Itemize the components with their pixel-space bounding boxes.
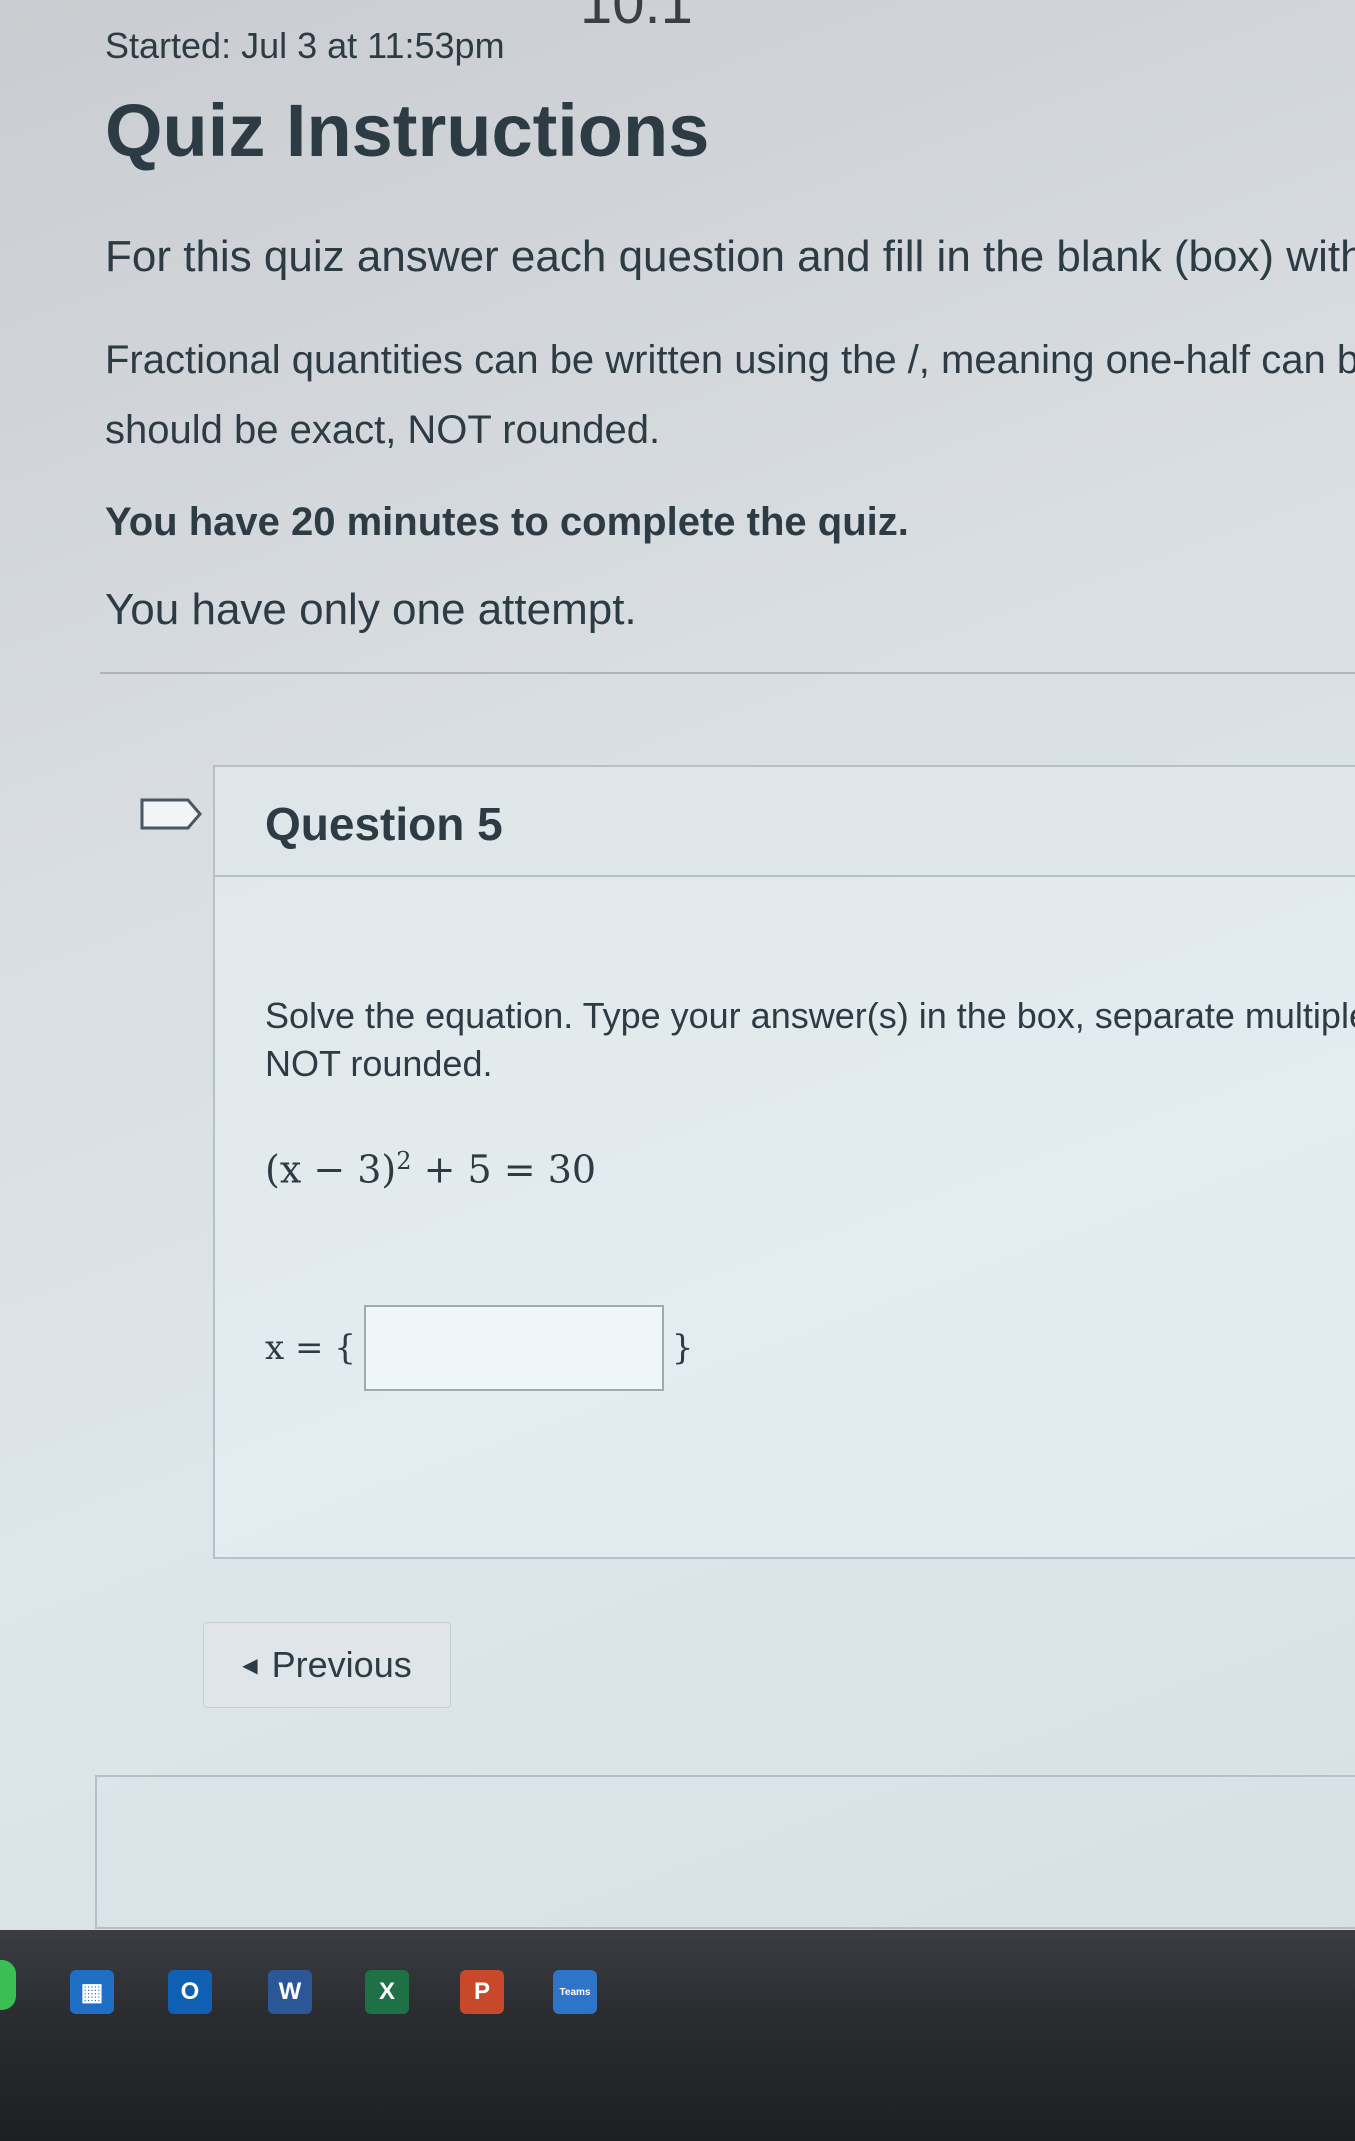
- started-timestamp: Started: Jul 3 at 11:53pm: [105, 25, 505, 66]
- question-text: Solve the equation. Type your answer(s) …: [265, 992, 1355, 1088]
- teams-icon[interactable]: Teams: [553, 1970, 597, 2014]
- quiz-page: 10.1 Started: Jul 3 at 11:53pm Quiz Inst…: [0, 0, 1355, 1930]
- equation-base: (x − 3): [265, 1147, 397, 1192]
- answer-suffix: }: [671, 1328, 694, 1368]
- previous-button[interactable]: ◀ Previous: [203, 1622, 451, 1708]
- word-icon[interactable]: W: [268, 1970, 312, 2014]
- answer-input[interactable]: [363, 1305, 664, 1391]
- taskbar: ▦ O W X P Teams: [0, 1930, 1355, 2141]
- top-fragment: 10.1: [580, 0, 693, 36]
- flag-question-icon[interactable]: [140, 798, 202, 830]
- answer-prefix: x = {: [265, 1328, 356, 1368]
- question-text-line: NOT rounded.: [265, 1043, 493, 1084]
- footer-panel: [95, 1775, 1355, 1929]
- page-title: Quiz Instructions: [105, 89, 710, 172]
- instruction-line: should be exact, NOT rounded.: [105, 408, 661, 452]
- instruction-line: For this quiz answer each question and f…: [105, 232, 1355, 281]
- question-title: Question 5: [265, 798, 503, 850]
- question-header: Question 5: [215, 767, 1355, 877]
- instruction-line: You have only one attempt.: [105, 585, 637, 634]
- instruction-line: Fractional quantities can be written usi…: [105, 338, 1355, 382]
- excel-icon[interactable]: X: [365, 1970, 409, 2014]
- app-icon-partial[interactable]: [0, 1960, 16, 2010]
- powerpoint-icon[interactable]: P: [460, 1970, 504, 2014]
- question-card: Question 5 Solve the equation. Type your…: [213, 765, 1355, 1559]
- equation-rest: + 5 = 30: [411, 1147, 597, 1192]
- chevron-left-icon: ◀: [242, 1654, 258, 1677]
- instruction-line: You have 20 minutes to complete the quiz…: [105, 500, 909, 544]
- answer-row: x = { }: [265, 1305, 694, 1391]
- previous-label: Previous: [271, 1644, 412, 1685]
- outlook-icon[interactable]: O: [168, 1970, 212, 2014]
- equation-exponent: 2: [396, 1147, 412, 1175]
- question-text-line: Solve the equation. Type your answer(s) …: [265, 995, 1355, 1036]
- equation: (x − 3)2 + 5 = 30: [265, 1147, 596, 1192]
- store-icon[interactable]: ▦: [70, 1970, 114, 2014]
- divider: [100, 672, 1355, 674]
